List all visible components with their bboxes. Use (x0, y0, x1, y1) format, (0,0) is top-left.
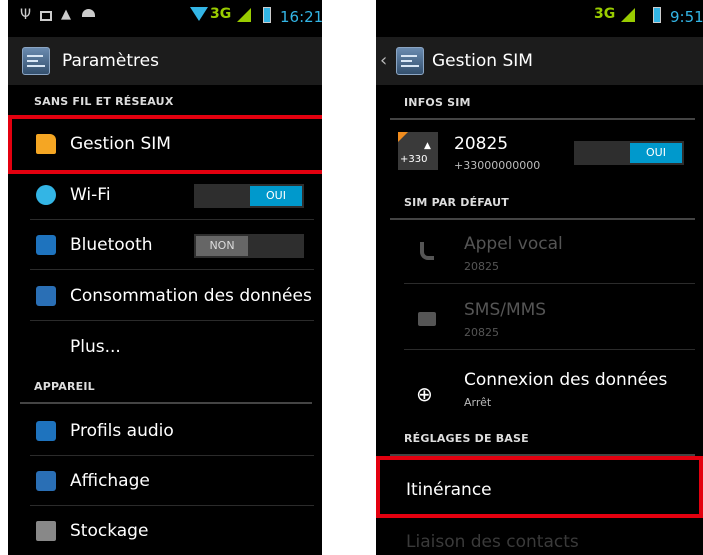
menu-item-subtitle: 20825 (464, 260, 499, 273)
wifi-icon (36, 185, 56, 205)
section-basic-settings-header: RÉGLAGES DE BASE (390, 424, 695, 456)
network-type: 3G (594, 6, 616, 22)
section-label: INFOS SIM (404, 96, 471, 109)
status-bar: Ψ ▲ 3G 16:21 (8, 0, 322, 33)
sim-number: +33000000000 (454, 159, 541, 172)
back-chevron-icon[interactable]: ‹ (380, 50, 387, 71)
divider (404, 283, 695, 284)
usb-icon: Ψ (20, 7, 32, 23)
menu-item-label: Bluetooth (70, 235, 153, 255)
divider (30, 320, 314, 321)
menu-item-label: Stockage (70, 521, 149, 541)
toggle-state: NON (196, 236, 248, 256)
bluetooth-icon (36, 235, 56, 255)
sim-signal-icon: ▲ (424, 141, 431, 151)
menu-item-data-usage[interactable]: Consommation des données (8, 271, 322, 321)
screenshot-icon (40, 11, 52, 21)
menu-item-audio-profiles[interactable]: Profils audio (8, 406, 322, 456)
divider (30, 269, 314, 270)
settings-app-icon[interactable] (22, 47, 50, 75)
battery-icon (263, 7, 271, 23)
warning-icon: ▲ (61, 7, 71, 22)
menu-item-label: Plus... (70, 337, 121, 357)
menu-item-sms-mms[interactable]: SMS/MMS 20825 (376, 292, 703, 350)
menu-item-label: Connexion des données (464, 370, 668, 390)
highlight-box (376, 456, 703, 518)
menu-item-contact-linking[interactable]: Liaison des contacts (376, 524, 703, 555)
settings-screen: Ψ ▲ 3G 16:21 Paramètres SANS FIL ET RÉSE… (8, 0, 322, 555)
cell-signal-icon (621, 8, 635, 22)
menu-item-data-connection[interactable]: ⊕ Connexion des données Arrêt (376, 360, 703, 418)
cell-signal-icon (237, 8, 251, 22)
section-device-header: APPAREIL (20, 372, 312, 404)
section-label: SIM PAR DÉFAUT (404, 196, 509, 209)
wifi-toggle[interactable]: OUI (194, 184, 304, 208)
globe-icon: ⊕ (416, 382, 433, 406)
display-icon (36, 471, 56, 491)
menu-item-label: Affichage (70, 471, 150, 491)
settings-app-icon[interactable] (396, 47, 424, 75)
message-icon (418, 312, 436, 326)
sim-toggle[interactable]: OUI (574, 141, 684, 165)
menu-item-display[interactable]: Affichage (8, 456, 322, 506)
section-default-sim-header: SIM PAR DÉFAUT (390, 188, 695, 220)
action-bar: Paramètres (8, 37, 322, 85)
android-icon (82, 9, 95, 17)
page-title: Gestion SIM (432, 51, 533, 71)
sim-management-screen: 3G 9:51 ‹ Gestion SIM INFOS SIM ▲ +330 2… (376, 0, 703, 555)
menu-item-wifi[interactable]: Wi-Fi OUI (8, 170, 322, 220)
section-label: APPAREIL (34, 380, 95, 393)
toggle-state: OUI (250, 186, 302, 206)
menu-item-label: Wi-Fi (70, 185, 111, 205)
menu-item-storage[interactable]: Stockage (8, 506, 322, 555)
highlight-box (8, 115, 322, 174)
status-time: 9:51 (670, 8, 703, 26)
battery-icon (653, 7, 661, 23)
menu-item-label: Liaison des contacts (406, 532, 579, 552)
menu-item-more[interactable]: Plus... (8, 322, 322, 372)
sim-card-entry[interactable]: ▲ +330 20825 +33000000000 OUI (376, 128, 703, 180)
toggle-state: OUI (630, 143, 682, 163)
menu-item-subtitle: 20825 (464, 326, 499, 339)
data-usage-icon (36, 286, 56, 306)
sim-name: 20825 (454, 134, 509, 154)
menu-item-label: Profils audio (70, 421, 174, 441)
menu-item-bluetooth[interactable]: Bluetooth NON (8, 220, 322, 270)
menu-item-label: Consommation des données (70, 286, 312, 306)
menu-item-label: SMS/MMS (464, 300, 547, 320)
status-bar: 3G 9:51 (376, 0, 703, 33)
divider (404, 349, 695, 350)
sim-color-corner (398, 132, 408, 142)
status-time: 16:21 (280, 8, 322, 26)
sim-badge-label: +330 (400, 154, 428, 165)
section-label: SANS FIL ET RÉSEAUX (34, 95, 174, 108)
menu-item-label: Appel vocal (464, 234, 563, 254)
section-sim-info-header: INFOS SIM (390, 88, 695, 120)
menu-item-subtitle: Arrêt (464, 396, 492, 409)
sim-badge: ▲ +330 (398, 132, 438, 170)
wifi-signal-icon (190, 7, 208, 21)
page-title: Paramètres (62, 51, 159, 71)
action-bar: ‹ Gestion SIM (376, 37, 703, 85)
storage-icon (36, 521, 56, 541)
audio-profiles-icon (36, 421, 56, 441)
menu-item-voice-call[interactable]: Appel vocal 20825 (376, 226, 703, 284)
network-type: 3G (210, 6, 232, 22)
bluetooth-toggle[interactable]: NON (194, 234, 304, 258)
section-label: RÉGLAGES DE BASE (404, 432, 529, 445)
phone-icon (420, 242, 434, 260)
